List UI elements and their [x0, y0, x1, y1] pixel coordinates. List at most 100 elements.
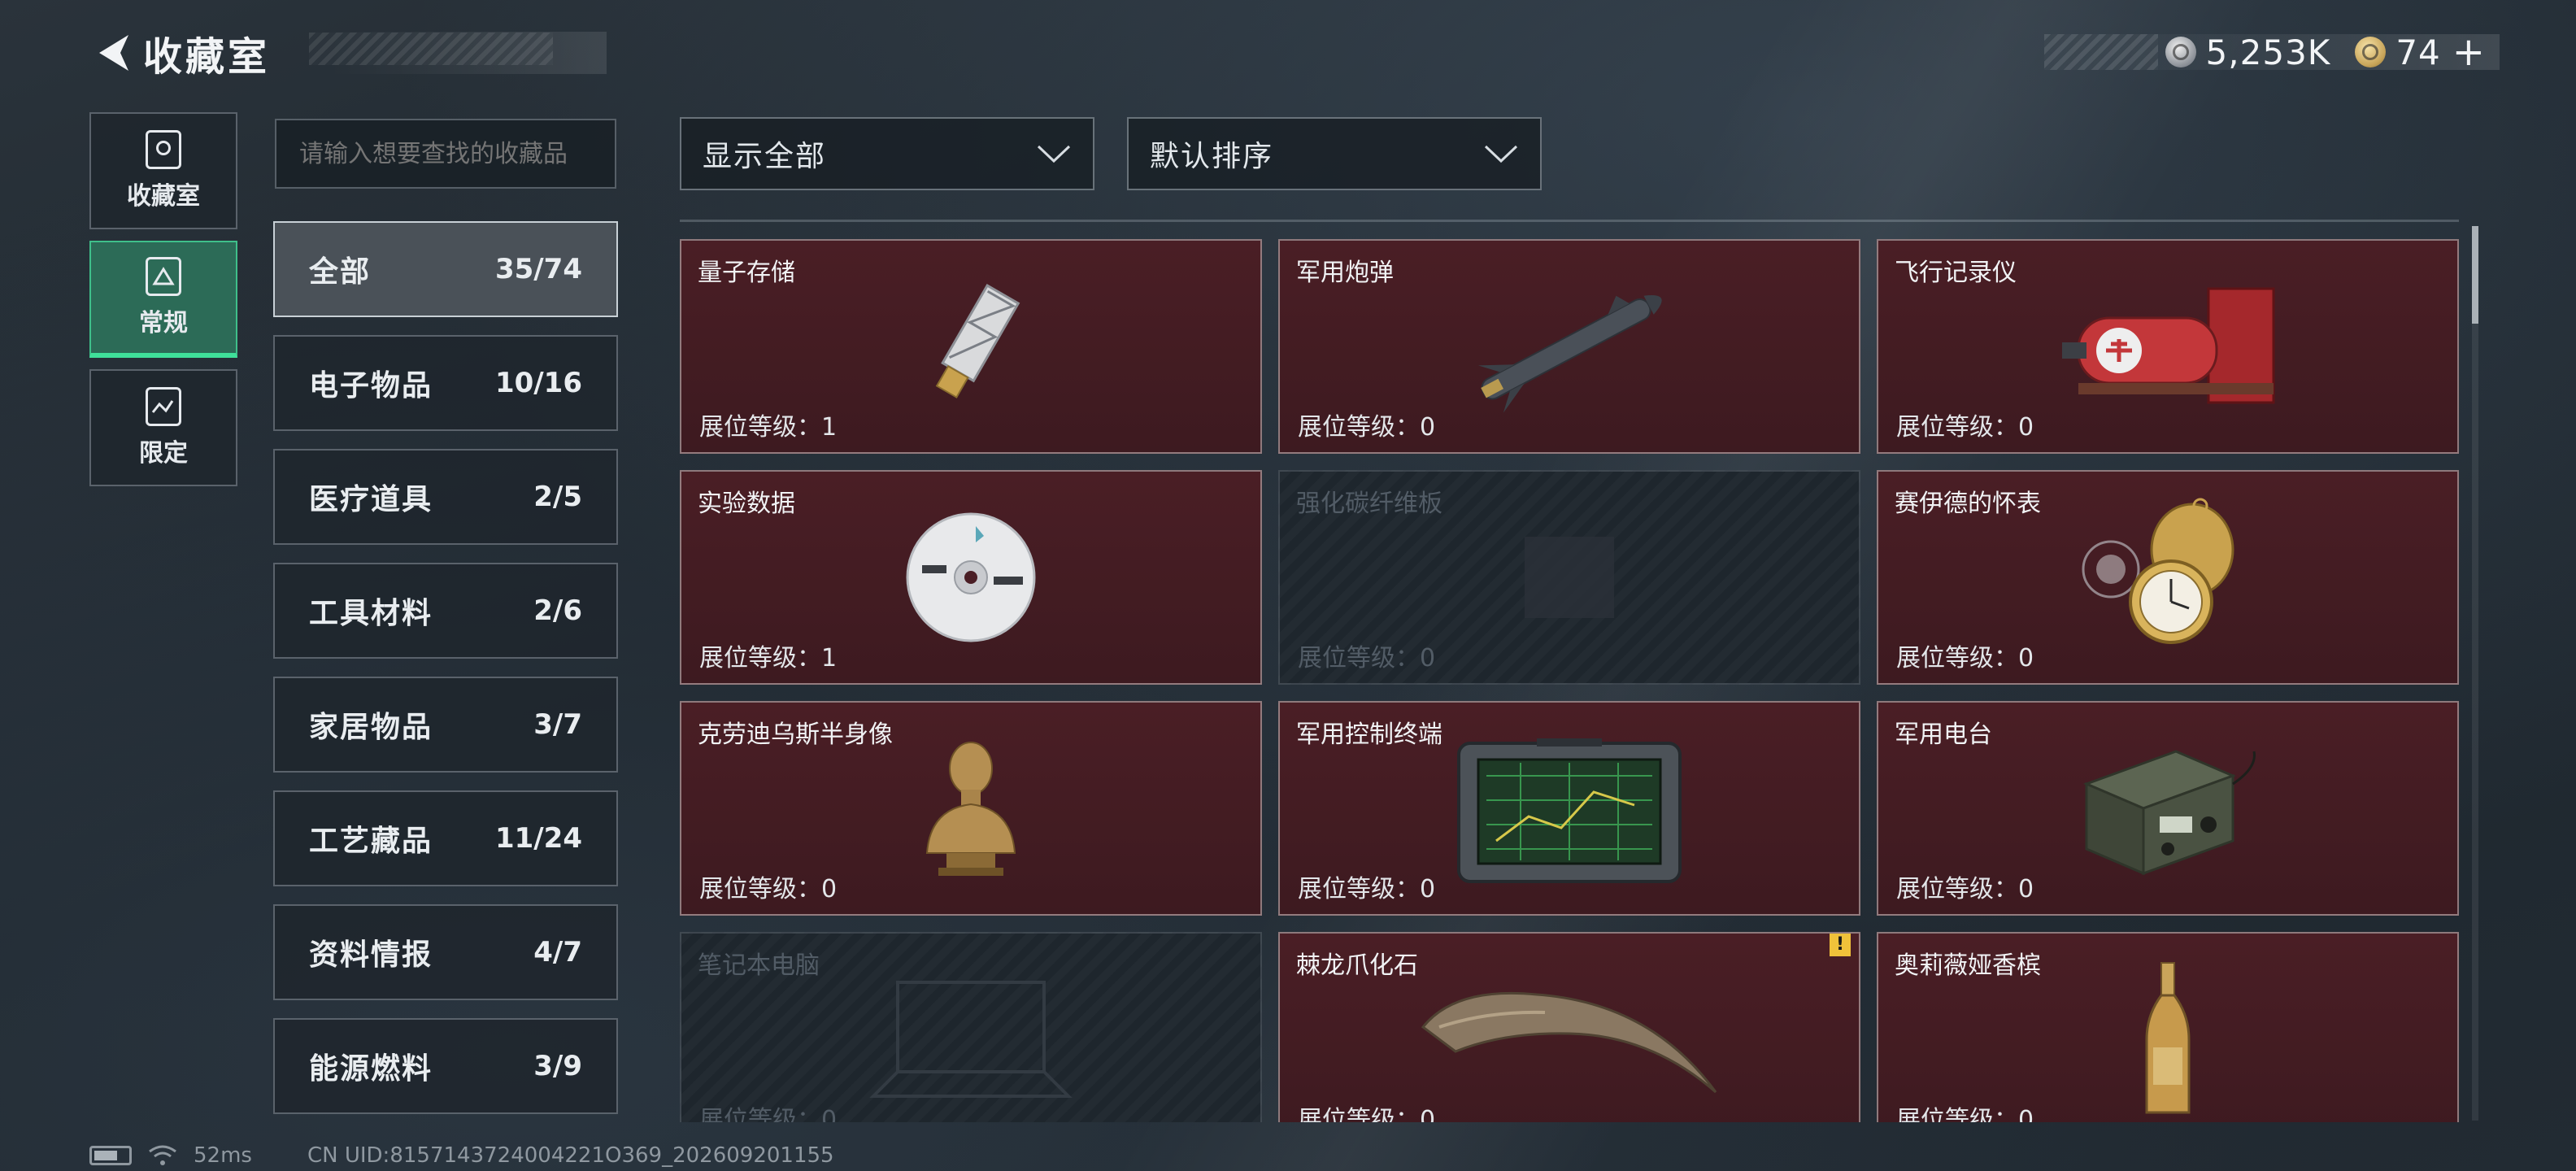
radio-icon	[2082, 750, 2256, 876]
claw-fossil-icon	[1421, 991, 1717, 1094]
item-name: 量子存储	[698, 259, 795, 287]
item-name: 强化碳纤维板	[1296, 490, 1442, 518]
collection-grid: 量子存储 展位等级：1 军用炮弹 展位等级：0 飞行记录仪 展位等级：0 实验数…	[680, 239, 2461, 1122]
currency-bar: 5,253K 74 +	[2044, 32, 2500, 72]
chevron-down-icon	[1037, 145, 1071, 163]
sort-value: 默认排序	[1150, 140, 1274, 173]
category-name: 资料情报	[309, 938, 433, 972]
item-card[interactable]: 赛伊德的怀表 展位等级：0	[1877, 470, 2459, 685]
category-fuel[interactable]: 能源燃料 3/9	[273, 1018, 618, 1114]
item-name: 笔记本电脑	[698, 951, 820, 980]
category-medical[interactable]: 医疗道具 2/5	[273, 449, 618, 545]
item-card[interactable]: 实验数据 展位等级：1	[680, 470, 1262, 685]
carbon-plate-icon	[1525, 537, 1614, 618]
item-level: 展位等级：0	[1896, 644, 2034, 673]
nav-label: 收藏室	[127, 182, 200, 211]
category-count: 10/16	[494, 367, 582, 399]
sort-dropdown[interactable]: 默认排序	[1127, 117, 1542, 190]
nav-vault[interactable]: 收藏室	[89, 112, 237, 229]
item-name: 军用炮弹	[1296, 259, 1394, 287]
silver-coin-amount: 5,253K	[2205, 32, 2331, 72]
item-card[interactable]: 克劳迪乌斯半身像 展位等级：0	[680, 701, 1262, 916]
category-electronics[interactable]: 电子物品 10/16	[273, 335, 618, 431]
category-name: 医疗道具	[309, 483, 433, 516]
item-card[interactable]: 飞行记录仪 展位等级：0	[1877, 239, 2459, 454]
item-card[interactable]: 棘龙爪化石 ! 展位等级：0	[1278, 932, 1860, 1122]
item-name: 克劳迪乌斯半身像	[698, 720, 893, 749]
usb-drive-icon	[935, 283, 1020, 398]
category-all[interactable]: 全部 35/74	[273, 221, 618, 317]
search-input[interactable]	[275, 119, 616, 189]
item-level: 展位等级：0	[1896, 413, 2034, 442]
category-tools[interactable]: 工具材料 2/6	[273, 563, 618, 659]
filter-value: 显示全部	[703, 140, 827, 173]
user-uid: CN UID:8157143724004221O369_202609201155	[307, 1143, 834, 1168]
item-level: 展位等级：0	[1298, 644, 1436, 673]
nav-limited[interactable]: 限定	[89, 369, 237, 486]
alert-badge: !	[1830, 934, 1851, 956]
item-level: 展位等级：0	[1298, 1106, 1436, 1122]
category-name: 工具材料	[309, 597, 433, 630]
category-intel[interactable]: 资料情报 4/7	[273, 904, 618, 1000]
champagne-icon	[2145, 962, 2191, 1114]
disc-icon	[906, 512, 1036, 642]
gold-coin-icon	[2355, 37, 2387, 67]
item-level: 展位等级：0	[699, 1106, 838, 1122]
title-plate: 收藏室	[143, 32, 607, 80]
category-count: 4/7	[533, 936, 582, 969]
category-count: 2/6	[533, 594, 582, 627]
scrollbar-thumb[interactable]	[2472, 226, 2478, 324]
pocket-watch-icon	[2082, 498, 2234, 644]
section-nav: 收藏室 常规 限定	[89, 112, 237, 498]
item-card-locked[interactable]: 笔记本电脑 展位等级：0	[680, 932, 1262, 1122]
category-name: 工艺藏品	[309, 825, 433, 858]
item-name: 赛伊德的怀表	[1895, 490, 2041, 518]
back-arrow-icon	[99, 35, 128, 71]
item-level: 展位等级：0	[1896, 1106, 2034, 1122]
item-name: 飞行记录仪	[1895, 259, 2017, 287]
category-crafts[interactable]: 工艺藏品 11/24	[273, 790, 618, 886]
category-name: 电子物品	[309, 369, 433, 403]
item-card[interactable]: 军用炮弹 展位等级：0	[1278, 239, 1860, 454]
item-card[interactable]: 量子存储 展位等级：1	[680, 239, 1262, 454]
nav-label: 常规	[139, 309, 188, 337]
wifi-icon	[149, 1145, 176, 1165]
status-bar: 52ms CN UID:8157143724004221O369_2026092…	[89, 1142, 834, 1169]
page-title: 收藏室	[143, 34, 271, 80]
item-card[interactable]: 奥莉薇娅香槟 展位等级：0	[1877, 932, 2459, 1122]
ping-value: 52ms	[194, 1143, 252, 1168]
item-name: 棘龙爪化石	[1296, 951, 1418, 980]
item-card[interactable]: 军用电台 展位等级：0	[1877, 701, 2459, 916]
item-name: 军用控制终端	[1296, 720, 1442, 749]
item-level: 展位等级：0	[1298, 875, 1436, 903]
category-name: 家居物品	[309, 711, 433, 744]
category-count: 2/5	[533, 481, 582, 513]
missile-icon	[1477, 295, 1662, 413]
item-level: 展位等级：1	[699, 644, 838, 673]
regular-collection-icon	[146, 257, 181, 296]
add-currency-button[interactable]: +	[2452, 33, 2485, 72]
chevron-down-icon	[1484, 145, 1518, 163]
item-level: 展位等级：1	[699, 413, 838, 442]
flight-recorder-icon	[2062, 287, 2275, 404]
silver-coin-icon	[2165, 37, 2196, 67]
item-name: 奥莉薇娅香槟	[1895, 951, 2041, 980]
control-terminal-icon	[1457, 738, 1682, 883]
item-card[interactable]: 军用控制终端 展位等级：0	[1278, 701, 1860, 916]
gold-coin-amount: 74	[2395, 32, 2441, 72]
header: 收藏室	[89, 26, 607, 80]
back-button[interactable]	[89, 26, 135, 80]
scrollbar-track[interactable]	[2472, 226, 2478, 1121]
bust-icon	[925, 742, 1016, 876]
category-count: 3/9	[533, 1050, 582, 1082]
filter-dropdown[interactable]: 显示全部	[680, 117, 1094, 190]
vault-icon	[146, 130, 181, 169]
category-count: 3/7	[533, 708, 582, 741]
nav-regular[interactable]: 常规	[89, 241, 237, 358]
category-household[interactable]: 家居物品 3/7	[273, 677, 618, 773]
category-name: 能源燃料	[309, 1052, 433, 1086]
nav-label: 限定	[139, 439, 188, 468]
category-list: 全部 35/74 电子物品 10/16 医疗道具 2/5 工具材料 2/6 家居…	[273, 221, 618, 1132]
category-name: 全部	[309, 255, 372, 289]
item-card-locked[interactable]: 强化碳纤维板 展位等级：0	[1278, 470, 1860, 685]
